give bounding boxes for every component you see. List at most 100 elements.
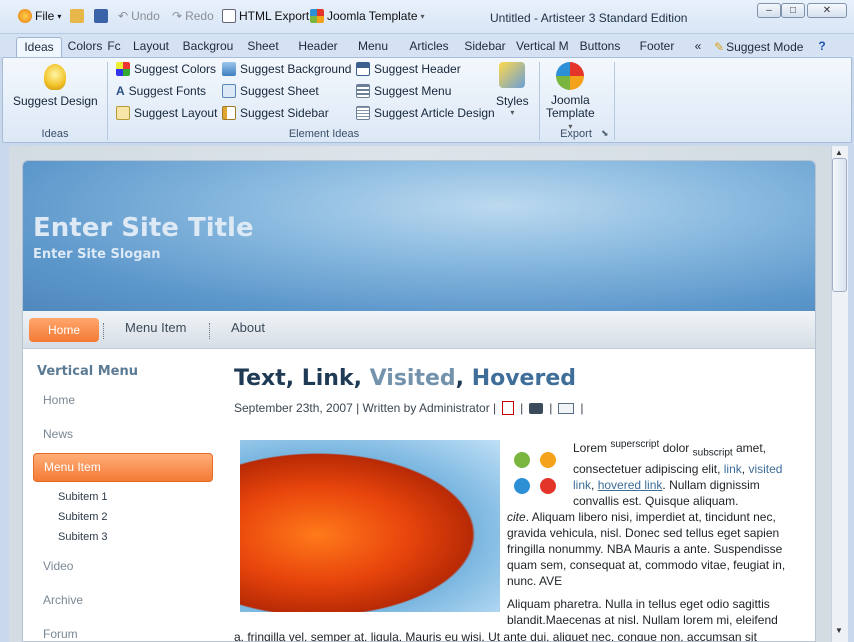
- vmenu-subitem-2[interactable]: Subitem 2: [58, 511, 108, 523]
- tab-vertical-menu[interactable]: Vertical M: [516, 37, 568, 57]
- site-title[interactable]: Enter Site Title: [33, 213, 254, 243]
- help-icon[interactable]: ?: [814, 37, 830, 57]
- artisteer-logo-icon: [18, 9, 32, 23]
- article-meta: September 23th, 2007 | Written by Admini…: [234, 401, 584, 415]
- styles-button[interactable]: Styles ▾: [496, 62, 529, 117]
- tab-background[interactable]: Backgrou: [182, 37, 234, 57]
- group-label-ideas: Ideas: [41, 128, 69, 140]
- sheet-icon: [222, 84, 236, 98]
- undo-icon: ↶: [118, 9, 129, 23]
- maximize-button[interactable]: □: [781, 3, 805, 18]
- joomla-template-button[interactable]: Joomla Template ▾: [310, 9, 425, 23]
- file-menu[interactable]: File ▾: [18, 9, 61, 23]
- vmenu-subitem-3[interactable]: Subitem 3: [58, 531, 108, 543]
- hovered-link-sample[interactable]: hovered link: [598, 478, 663, 492]
- article-paragraph-3: a, fringilla vel, semper at, ligula. Mau…: [234, 630, 757, 642]
- suggest-article-design-button[interactable]: Suggest Article Design: [356, 106, 495, 120]
- site-sheet: Enter Site Title Enter Site Slogan Home …: [22, 160, 816, 642]
- menu-separator: [209, 323, 210, 339]
- tab-layout[interactable]: Layout: [130, 37, 172, 57]
- ribbon: Suggest Design Ideas Suggest Colors A Sug…: [2, 57, 852, 143]
- tab-sidebar[interactable]: Sidebar: [462, 37, 508, 57]
- suggest-design-button[interactable]: Suggest Design: [13, 64, 98, 108]
- fonts-icon: A: [116, 84, 125, 98]
- dialog-launcher-icon[interactable]: ⬊: [601, 128, 609, 139]
- article-title-visited[interactable]: Visited: [370, 366, 456, 391]
- suggest-sheet-button[interactable]: Suggest Sheet: [222, 84, 319, 98]
- redo-button[interactable]: ↷ Redo: [172, 9, 214, 23]
- title-bar: File ▾ ↶ Undo ↷ Redo HTML Export Joomla Tem…: [0, 0, 854, 34]
- suggest-sidebar-button[interactable]: Suggest Sidebar: [222, 106, 329, 120]
- pdf-icon[interactable]: [502, 401, 515, 415]
- tab-buttons[interactable]: Buttons: [576, 37, 624, 57]
- open-icon[interactable]: [70, 9, 84, 23]
- group-label-element-ideas: Element Ideas: [288, 128, 360, 140]
- tab-sheet[interactable]: Sheet: [244, 37, 282, 57]
- joomla-logo-icon: [508, 446, 562, 500]
- print-icon[interactable]: [529, 402, 544, 414]
- article-paragraph-2: Aliquam pharetra. Nulla in tellus eget o…: [507, 597, 778, 627]
- tab-footer[interactable]: Footer: [636, 37, 678, 57]
- menu-item-about[interactable]: About: [231, 320, 265, 335]
- background-icon: [222, 62, 236, 76]
- vmenu-item-menu-item-active[interactable]: Menu Item: [33, 453, 213, 482]
- site-slogan[interactable]: Enter Site Slogan: [33, 247, 161, 262]
- group-separator: [539, 62, 540, 140]
- article-icon: [356, 106, 370, 120]
- article-title: Text, Link, Visited, Hovered: [234, 366, 576, 391]
- vertical-menu-title: Vertical Menu: [37, 364, 138, 379]
- tab-header[interactable]: Header: [294, 37, 342, 57]
- suggest-header-button[interactable]: Suggest Header: [356, 62, 461, 76]
- suggest-background-button[interactable]: Suggest Background: [222, 62, 351, 76]
- close-button[interactable]: ✕: [807, 3, 847, 18]
- suggest-mode-toggle[interactable]: ✎ Suggest Mode: [714, 37, 814, 57]
- suggest-fonts-button[interactable]: A Suggest Fonts: [116, 84, 206, 98]
- styles-icon: [499, 62, 526, 88]
- menu-separator: [103, 323, 104, 339]
- scroll-down-arrow-icon[interactable]: ▼: [835, 626, 843, 635]
- tab-colors[interactable]: Colors: [66, 37, 104, 57]
- group-separator: [614, 62, 615, 140]
- minimize-button[interactable]: –: [757, 3, 781, 18]
- save-icon[interactable]: [94, 9, 108, 23]
- vmenu-item-archive[interactable]: Archive: [43, 593, 83, 607]
- html-export-button[interactable]: HTML Export: [222, 9, 309, 23]
- tabs-scroll-left[interactable]: «: [690, 37, 706, 57]
- vmenu-item-video[interactable]: Video: [43, 559, 73, 573]
- vmenu-item-news[interactable]: News: [43, 427, 73, 441]
- redo-icon: ↷: [172, 9, 183, 23]
- scrollbar-thumb[interactable]: [832, 158, 847, 292]
- scroll-up-arrow-icon[interactable]: ▲: [835, 148, 843, 157]
- suggest-layout-button[interactable]: Suggest Layout: [116, 106, 217, 120]
- article-title-hovered[interactable]: Hovered: [472, 366, 576, 391]
- undo-button[interactable]: ↶ Undo: [118, 9, 160, 23]
- group-separator: [107, 62, 108, 140]
- horizontal-menu: Home Menu Item About: [23, 311, 815, 349]
- vmenu-item-forum[interactable]: Forum: [43, 627, 78, 641]
- lightbulb-icon: [44, 64, 67, 90]
- menu-item-menu-item[interactable]: Menu Item: [125, 320, 186, 335]
- suggest-colors-button[interactable]: Suggest Colors: [116, 62, 216, 76]
- article-title-link[interactable]: Link: [302, 366, 354, 391]
- tab-articles[interactable]: Articles: [406, 37, 452, 57]
- article-image-flower: [240, 440, 500, 612]
- header-icon: [356, 62, 370, 76]
- tab-ideas[interactable]: Ideas: [16, 37, 62, 57]
- joomla-template-export-button[interactable]: Joomla Template ▾: [546, 62, 595, 133]
- window-title: Untitled - Artisteer 3 Standard Edition: [490, 11, 688, 25]
- menu-item-home[interactable]: Home: [29, 318, 99, 342]
- html-export-icon: [222, 9, 236, 23]
- tab-fonts[interactable]: Fc: [106, 37, 122, 57]
- file-label: File: [35, 9, 55, 23]
- link-sample[interactable]: link: [724, 462, 742, 476]
- ribbon-tabs: Ideas Colors Fc Layout Backgrou Sheet He…: [0, 34, 854, 57]
- vmenu-item-home[interactable]: Home: [43, 393, 75, 407]
- sidebar-icon: [222, 106, 236, 120]
- vmenu-subitem-1[interactable]: Subitem 1: [58, 491, 108, 503]
- suggest-menu-button[interactable]: Suggest Menu: [356, 84, 451, 98]
- email-icon[interactable]: [558, 402, 575, 414]
- tab-menu[interactable]: Menu: [354, 37, 392, 57]
- site-header: Enter Site Title Enter Site Slogan: [23, 161, 815, 311]
- suggest-mode-icon: ✎: [714, 40, 725, 54]
- colors-icon: [116, 62, 130, 76]
